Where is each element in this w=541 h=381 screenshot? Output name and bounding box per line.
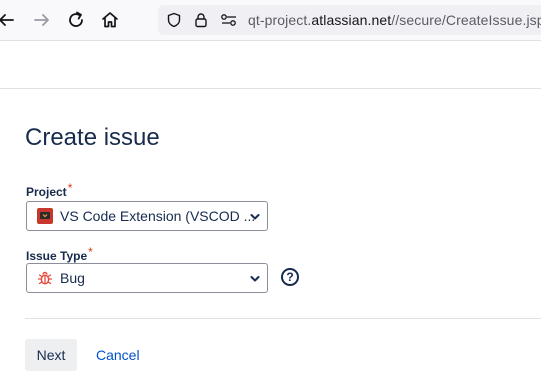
project-select[interactable]: VS Code Extension (VSCOD ... — [26, 201, 268, 231]
issue-type-label-text: Issue Type — [26, 249, 88, 263]
chevron-down-icon — [250, 214, 260, 220]
home-icon[interactable] — [98, 8, 122, 32]
project-label: Project* — [26, 181, 72, 199]
url-path: //secure/CreateIssue.jspa — [391, 12, 541, 28]
issue-type-select[interactable]: Bug — [26, 263, 268, 293]
required-asterisk: * — [88, 245, 93, 259]
address-bar[interactable]: qt-project.atlassian.net//secure/CreateI… — [158, 5, 541, 35]
browser-toolbar: qt-project.atlassian.net//secure/CreateI… — [0, 0, 541, 41]
shield-icon[interactable] — [166, 12, 182, 28]
help-icon[interactable]: ? — [281, 268, 299, 286]
issue-type-value: Bug — [60, 270, 85, 286]
cancel-link[interactable]: Cancel — [96, 347, 140, 363]
next-button[interactable]: Next — [25, 339, 77, 371]
lock-icon[interactable] — [193, 12, 209, 28]
project-label-text: Project — [26, 185, 67, 199]
header-divider — [0, 88, 541, 89]
footer-divider — [25, 318, 541, 319]
url-host: atlassian.net — [311, 12, 392, 28]
url-prefix: qt-project. — [248, 12, 312, 28]
project-value: VS Code Extension (VSCOD ... — [60, 208, 256, 224]
site-permissions-icon[interactable] — [220, 12, 238, 28]
chevron-down-icon — [250, 276, 260, 282]
back-arrow-icon[interactable] — [0, 8, 18, 32]
forward-arrow-icon[interactable] — [30, 8, 54, 32]
required-asterisk: * — [67, 181, 73, 195]
issue-type-label: Issue Type* — [26, 245, 93, 263]
url-text[interactable]: qt-project.atlassian.net//secure/CreateI… — [248, 12, 541, 28]
page-title: Create issue — [25, 124, 160, 151]
reload-icon[interactable] — [64, 8, 88, 32]
project-avatar-icon — [37, 208, 53, 224]
bug-icon — [37, 271, 53, 285]
